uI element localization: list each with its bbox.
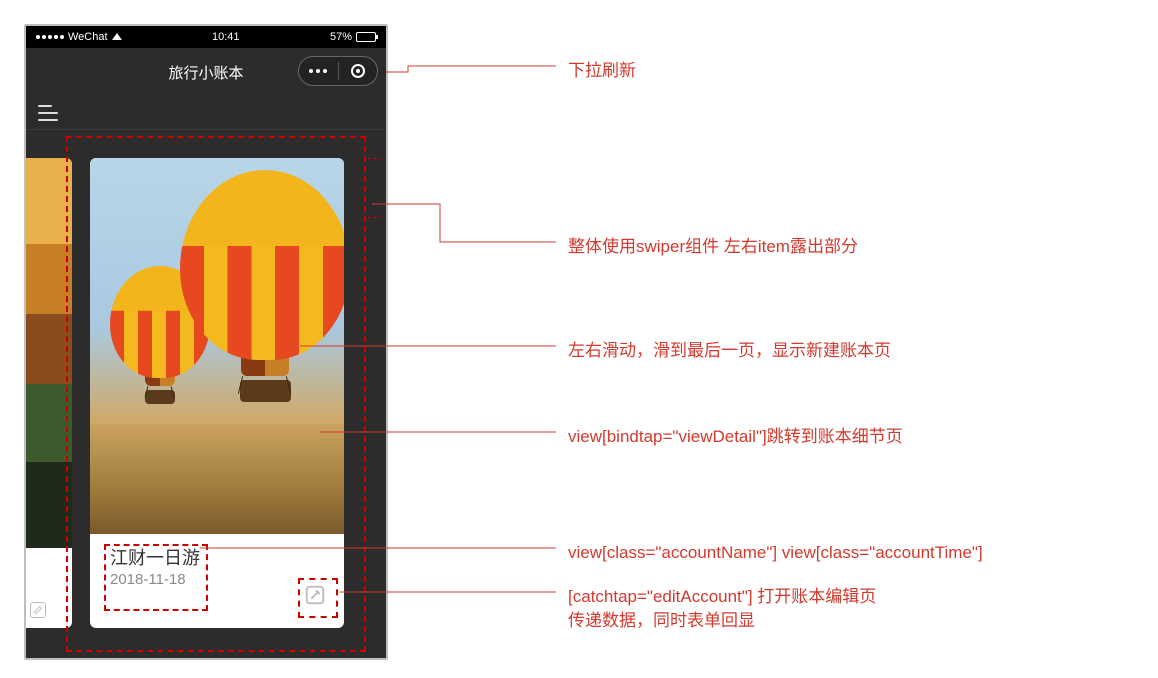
- account-name-box: 江财一日游 2018-11-18: [104, 544, 208, 611]
- card-image: [90, 158, 344, 534]
- annotation-swiper: 整体使用swiper组件 左右item露出部分: [568, 234, 858, 260]
- annotation-edit-l2: 传递数据，同时表单回显: [568, 608, 755, 634]
- annotation-edit-l1: [catchtap="editAccount"] 打开账本编辑页: [568, 584, 876, 610]
- capsule-menu-button[interactable]: [299, 69, 338, 73]
- hamburger-menu-button[interactable]: [38, 105, 58, 121]
- status-bar: WeChat 10:41 57%: [26, 26, 386, 48]
- carrier-label: WeChat: [68, 31, 108, 43]
- status-time: 10:41: [212, 31, 240, 43]
- capsule-close-button[interactable]: [339, 64, 378, 78]
- phone-frame: WeChat 10:41 57% 旅行小账本: [24, 24, 388, 660]
- status-left: WeChat: [36, 31, 122, 43]
- account-time: 2018-11-18: [110, 571, 186, 588]
- edit-icon: [304, 584, 326, 606]
- page-title: 旅行小账本: [168, 62, 243, 83]
- prev-card-image: [24, 158, 72, 548]
- ellipsis-icon: [309, 69, 327, 73]
- wifi-icon: [112, 33, 122, 40]
- prev-card-edit-icon: [30, 602, 46, 618]
- swiper-prev-peek[interactable]: [24, 158, 72, 628]
- wechat-capsule[interactable]: [298, 56, 378, 86]
- target-icon: [351, 64, 365, 78]
- subheader: [26, 96, 386, 130]
- balloon-large: [180, 170, 344, 402]
- card-footer: 江财一日游 2018-11-18: [90, 534, 344, 628]
- status-right: 57%: [330, 31, 376, 43]
- battery-percent: 57%: [330, 31, 352, 43]
- edit-account-button[interactable]: [304, 584, 332, 612]
- annotation-nametime: view[class="accountName"] view[class="ac…: [568, 540, 983, 566]
- account-card[interactable]: 江财一日游 2018-11-18: [90, 158, 344, 628]
- annotation-pulldown: 下拉刷新: [568, 58, 636, 84]
- swiper[interactable]: 江财一日游 2018-11-18: [26, 130, 386, 658]
- battery-icon: [356, 32, 376, 42]
- account-name: 江财一日游: [110, 548, 200, 570]
- signal-dots-icon: [36, 35, 64, 39]
- annotation-slide: 左右滑动，滑到最后一页，显示新建账本页: [568, 338, 891, 364]
- navigation-bar: 旅行小账本: [26, 48, 386, 96]
- annotation-viewdetail: view[bindtap="viewDetail"]跳转到账本细节页: [568, 424, 903, 450]
- swiper-next-peek-hint: [368, 158, 388, 218]
